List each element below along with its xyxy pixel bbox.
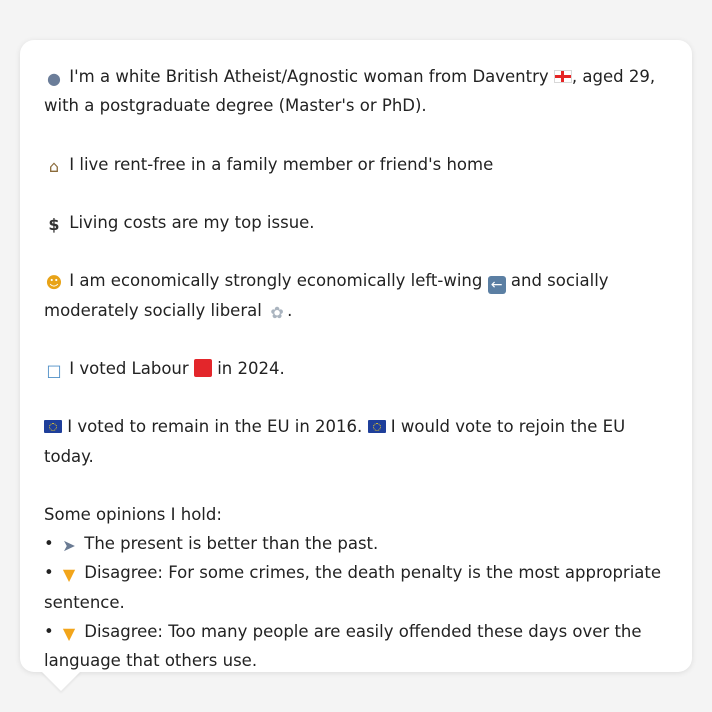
vote-2024-line: □ I voted Labour in 2024. [44,354,668,383]
housing-line: ⌂ I live rent-free in a family member or… [44,150,668,179]
ballot-box-icon: □ [46,360,62,380]
eu-flag-icon [44,420,62,434]
england-flag-icon [553,70,572,83]
opinion-text: The present is better than the past. [84,534,379,554]
bullet: • [44,621,54,641]
housing-text: I live rent-free in a family member or f… [69,154,494,174]
left-arrow-icon: ← [487,276,506,295]
vote-2024-text-before: I voted Labour [69,358,189,378]
eu-flag-icon [367,420,386,434]
thumbs-down-icon: ▼ [62,565,76,585]
opinions-heading: Some opinions I hold: [44,504,222,524]
opinion-text: Disagree: Too many people are easily off… [44,621,642,670]
ideology-line: ☻ I am economically strongly economicall… [44,266,668,324]
opinion-item: • ▼ Disagree: For some crimes, the death… [44,558,668,616]
dollar-sign-icon: $ [48,214,60,234]
red-square-icon [193,358,212,377]
speech-bubble-tail [41,671,81,691]
eu-text-2016: I voted to remain in the EU in 2016. [67,417,363,437]
person-silhouette-icon: ● [47,69,61,88]
thumbs-down-icon: ▼ [62,623,76,643]
bullet: • [44,563,54,583]
profile-card: ● I'm a white British Atheist/Agnostic w… [20,40,692,672]
top-issue-text: Living costs are my top issue. [69,212,315,232]
opinion-item: • ▼ Disagree: Too many people are easily… [44,617,668,675]
opinion-text: Disagree: For some crimes, the death pen… [44,563,662,612]
dove-icon: ✿ [270,302,284,322]
rocket-icon: ➤ [62,536,76,556]
thinking-face-icon: ☻ [45,273,63,293]
bullet: • [44,534,54,554]
vote-2024-text-after: in 2024. [217,358,285,378]
eu-line: I voted to remain in the EU in 2016. I w… [44,412,668,470]
intro-text-before-flag: I'm a white British Atheist/Agnostic wom… [69,67,549,86]
top-issue-line: $ Living costs are my top issue. [44,208,668,237]
ideology-text-end: . [287,300,293,320]
ideology-text-economic: I am economically strongly economically … [69,271,483,291]
house-icon: ⌂ [48,156,60,176]
opinion-item: • ➤ The present is better than the past. [44,529,668,558]
intro-line: ● I'm a white British Atheist/Agnostic w… [44,62,668,120]
